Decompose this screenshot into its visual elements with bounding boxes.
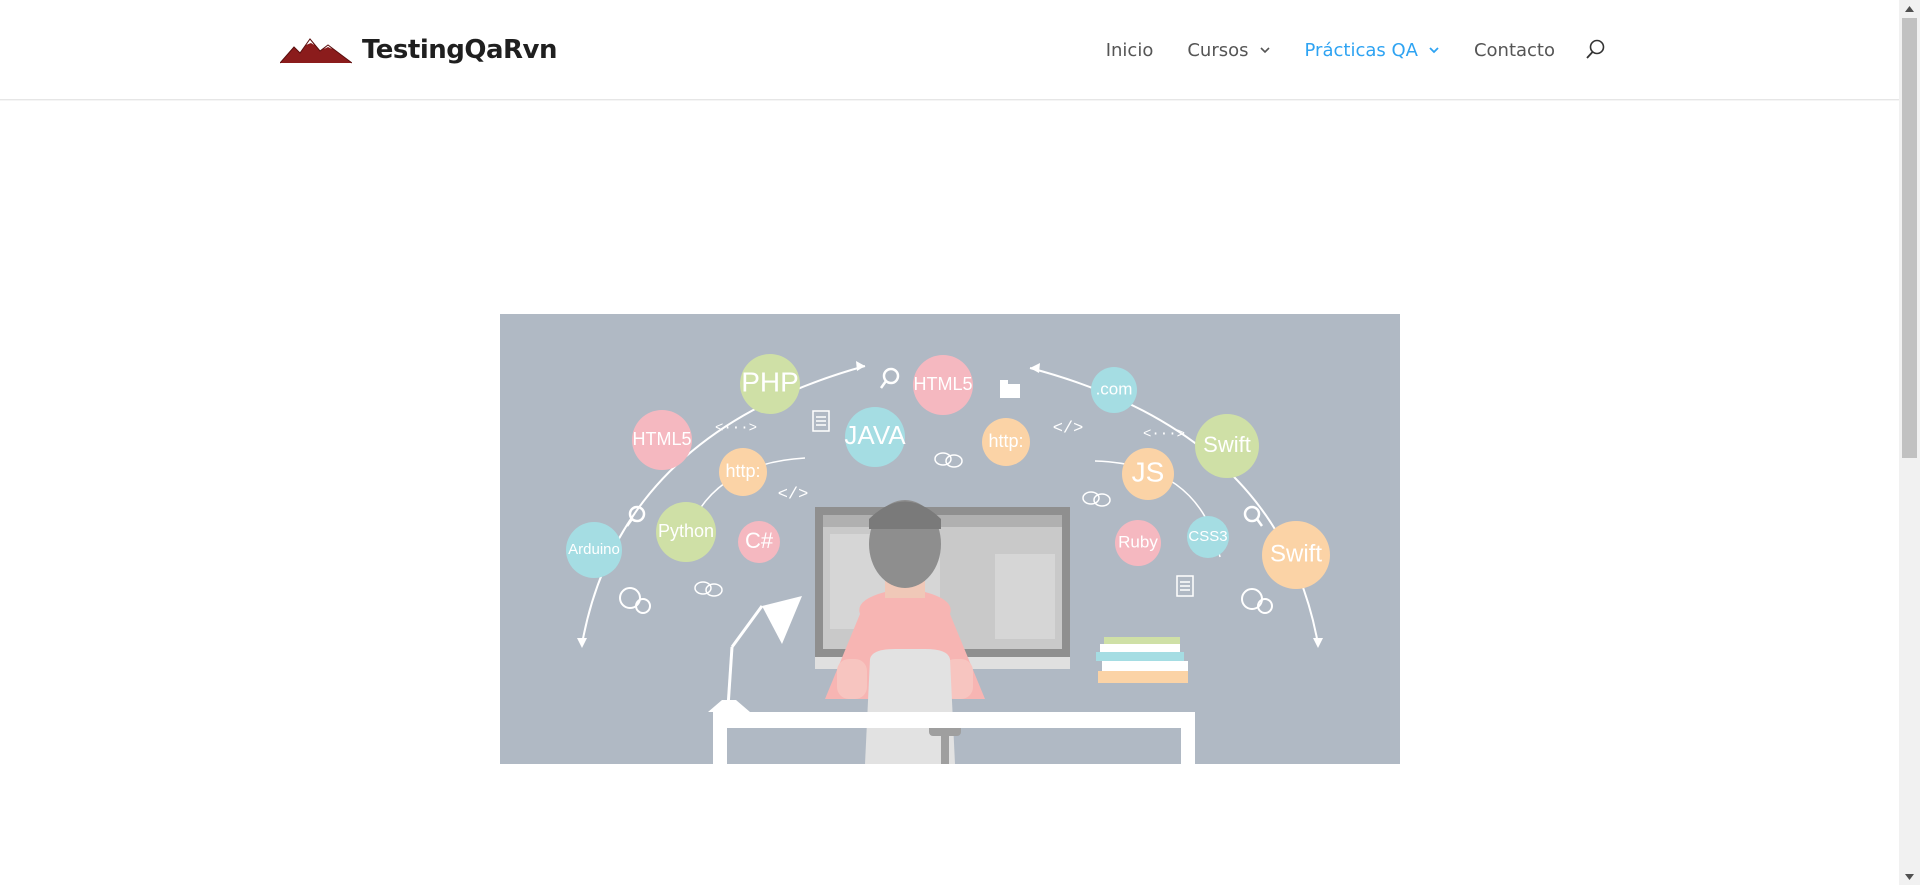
bubble-swift-top: Swift [1195,414,1259,478]
bubble-python: Python [656,502,716,562]
nav-label: Inicio [1105,39,1154,61]
nav-label: Contacto [1473,39,1555,61]
bubble-js: JS [1122,448,1174,500]
scroll-thumb[interactable] [1902,18,1917,458]
mountain-logo-icon [280,38,352,64]
svg-text:Swift: Swift [1203,432,1251,457]
caret-down-icon [1905,873,1914,880]
main-nav: Inicio Cursos Prácticas QA Contacto [1072,0,1607,100]
magnifier-icon [1243,505,1264,527]
chevron-down-icon [1429,47,1439,54]
bubble-csharp: C# [738,521,780,563]
svg-text:HTML5: HTML5 [632,429,691,449]
hero-illustration: PHP HTML5 HTML5 JAVA http: http: .com Sw… [500,314,1400,764]
code-glyph: <···> [1143,427,1185,443]
chevron-down-icon [1259,47,1270,54]
bubble-http-right: http: [982,418,1030,466]
svg-text:Arduino: Arduino [568,541,620,558]
document-icon [1176,575,1194,597]
search-button[interactable] [1583,38,1607,62]
caret-up-icon [1905,5,1914,12]
site-logo[interactable]: TestingQaRvn [280,30,557,70]
office-chair [865,649,961,764]
bubble-arduino: Arduino [566,522,622,578]
desk-lamp [708,596,802,712]
svg-text:Swift: Swift [1270,540,1322,567]
code-glyph: <···> [715,421,757,437]
page-scrollbar[interactable] [1899,0,1920,885]
nav-item-inicio[interactable]: Inicio [1106,0,1154,100]
magnifier-icon [879,367,900,389]
magnifier-icon [625,505,646,527]
logo-text: TestingQaRvn [362,35,557,65]
svg-text:JS: JS [1132,456,1165,487]
svg-text:.com: .com [1096,379,1133,398]
site-header: TestingQaRvn Inicio Cursos Prácticas QA … [0,0,1899,100]
books-stack [1096,637,1188,683]
folder-icon [1000,380,1020,398]
nav-item-cursos[interactable]: Cursos [1187,0,1270,100]
svg-text:Python: Python [658,521,714,541]
nav-label: Cursos [1187,39,1249,61]
bubble-ruby: Ruby [1115,520,1161,566]
bubble-html5-left: HTML5 [632,410,692,470]
nav-item-contacto[interactable]: Contacto [1474,0,1555,100]
code-glyph: </> [1053,419,1084,438]
svg-text:Ruby: Ruby [1118,532,1158,551]
bubble-html5-top: HTML5 [913,355,973,415]
programmer-illustration: PHP HTML5 HTML5 JAVA http: http: .com Sw… [566,354,1330,764]
svg-text:C#: C# [745,528,774,553]
bubble-swift-bottom: Swift [1262,521,1330,589]
bubble-php: PHP [740,354,800,414]
svg-text:http:: http: [725,461,760,481]
chat-icon [694,581,723,597]
svg-text:HTML5: HTML5 [913,374,972,394]
svg-text:PHP: PHP [741,366,799,397]
bubble-http-left: http: [719,448,767,496]
svg-text:http:: http: [988,431,1023,451]
nav-item-practicas-qa[interactable]: Prácticas QA [1305,0,1440,100]
svg-text:CSS3: CSS3 [1188,528,1227,545]
scroll-up-button[interactable] [1899,0,1920,17]
chat-icon [1082,491,1111,507]
gears-icon [1241,588,1273,614]
bubble-css3: CSS3 [1187,516,1229,558]
document-icon [812,410,830,432]
bubble-dotcom: .com [1091,367,1137,413]
nav-label: Prácticas QA [1304,39,1418,61]
chat-icon [934,452,963,468]
gears-icon [619,587,651,614]
scroll-down-button[interactable] [1899,868,1920,885]
bubble-java: JAVA [844,407,906,467]
search-icon [1586,39,1605,59]
svg-text:JAVA: JAVA [844,420,906,450]
code-glyph: </> [778,485,809,504]
